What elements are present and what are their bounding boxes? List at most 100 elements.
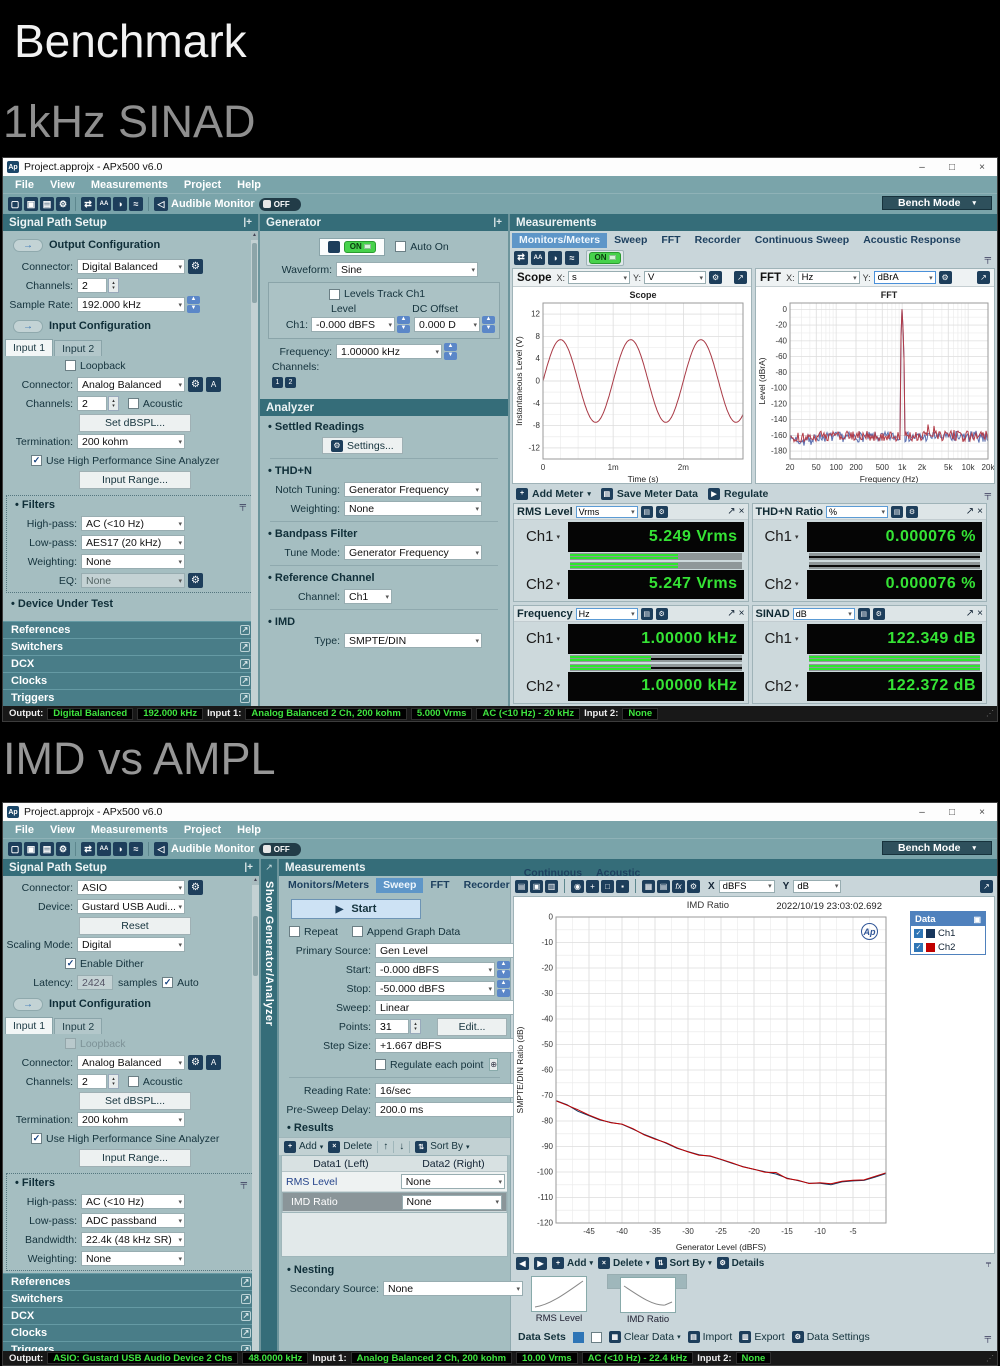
- popout-icon[interactable]: ↗: [240, 625, 250, 635]
- menu-item-project[interactable]: Project: [176, 179, 229, 191]
- x-unit-select[interactable]: dBFS▾: [719, 880, 775, 893]
- scrollbar[interactable]: ▲: [252, 876, 259, 1351]
- input-monitor-icon[interactable]: A: [206, 1055, 221, 1070]
- button-input-range[interactable]: Input Range...: [79, 471, 191, 489]
- edit-button[interactable]: Edit...: [437, 1018, 507, 1036]
- clock-icon[interactable]: ◑: [113, 842, 127, 856]
- details-button[interactable]: ⚙Details: [717, 1257, 765, 1269]
- menu-item-view[interactable]: View: [42, 179, 83, 191]
- tab-recorder[interactable]: Recorder: [457, 878, 517, 893]
- input-step-size[interactable]: +1.667 dBFS: [375, 1038, 525, 1053]
- select-type[interactable]: SMPTE/DIN▾: [344, 633, 482, 648]
- section-bar-references[interactable]: References↗: [3, 1273, 259, 1290]
- select-frequency[interactable]: 1.00000 kHz▾: [336, 344, 442, 359]
- channel-select[interactable]: Ch2▾: [518, 678, 568, 695]
- data2-select[interactable]: None▾: [402, 1195, 502, 1210]
- legend-checkbox[interactable]: ✓: [914, 929, 923, 938]
- select-scaling-mode[interactable]: Digital▾: [77, 937, 185, 952]
- select-device[interactable]: Gustard USB Audi...▾: [77, 899, 185, 914]
- level-stepper[interactable]: ▲▼: [397, 316, 410, 333]
- popout-icon[interactable]: ↗: [727, 506, 735, 517]
- result-row-imd-ratio[interactable]: IMD RatioNone▾: [282, 1192, 507, 1212]
- stepper[interactable]: ▲▼: [497, 961, 510, 978]
- tab-input-1[interactable]: Input 1: [5, 1017, 53, 1034]
- minimize-button[interactable]: –: [907, 158, 937, 176]
- button-input-range[interactable]: Input Range...: [79, 1149, 191, 1167]
- section-bar-clocks[interactable]: Clocks↗: [3, 1324, 259, 1341]
- popout-icon[interactable]: ↗: [241, 1311, 251, 1321]
- select-termination[interactable]: 200 kohm▾: [77, 434, 185, 449]
- device-under-test-section[interactable]: Device Under Test: [3, 595, 258, 613]
- select-stop[interactable]: -50.000 dBFS▾: [375, 981, 495, 996]
- popout-icon[interactable]: ↗: [966, 506, 974, 517]
- select-weighting[interactable]: None▾: [81, 1251, 185, 1266]
- select-channel[interactable]: Ch1▾: [344, 589, 392, 604]
- gear-icon[interactable]: ⚙: [873, 608, 885, 620]
- checkbox-loopback[interactable]: [65, 360, 76, 371]
- pan-icon[interactable]: +: [586, 880, 599, 893]
- select-connector[interactable]: ASIO▾: [77, 880, 185, 895]
- popout-icon[interactable]: ↗: [240, 659, 250, 669]
- checkbox-append-graph-data[interactable]: [352, 926, 363, 937]
- unit-select[interactable]: Hz▾: [576, 608, 638, 620]
- gear-icon[interactable]: ⚙: [687, 880, 700, 893]
- tab-fft[interactable]: FFT: [654, 233, 687, 248]
- data2-select[interactable]: None▾: [401, 1174, 505, 1189]
- panel-expand-icon[interactable]: |+: [493, 217, 502, 228]
- menu-item-measurements[interactable]: Measurements: [83, 824, 176, 836]
- tab-acoustic-response[interactable]: Acoustic Response: [856, 233, 967, 248]
- menu-item-help[interactable]: Help: [229, 179, 269, 191]
- select-pre-sweep-delay[interactable]: 200.0 ms▾: [375, 1102, 525, 1117]
- monitors-on-toggle[interactable]: ON: [586, 250, 624, 266]
- section-bar-clocks[interactable]: Clocks↗: [3, 672, 258, 689]
- tab-sweep[interactable]: Sweep: [607, 233, 654, 248]
- select-sample-rate[interactable]: 192.000 kHz▾: [77, 297, 185, 312]
- collapse-icon[interactable]: ╤: [241, 1178, 247, 1188]
- close-button[interactable]: ×: [967, 803, 997, 821]
- checkbox-repeat[interactable]: [289, 926, 300, 937]
- unit-select[interactable]: Vrms▾: [576, 506, 638, 518]
- fx-icon[interactable]: fx: [672, 880, 685, 893]
- delete-result-button[interactable]: ×Delete: [328, 1141, 372, 1153]
- checkbox-use-high-performance-sine-analyzer[interactable]: ✓: [31, 455, 42, 466]
- channel-2-button[interactable]: 2: [285, 377, 296, 388]
- stepper[interactable]: ▲▼: [497, 980, 510, 997]
- result-row-rms-level[interactable]: RMS LevelNone▾: [282, 1172, 507, 1192]
- checkbox-enable-dither[interactable]: ✓: [65, 958, 76, 969]
- gear-icon[interactable]: ⚙: [188, 1055, 203, 1070]
- delete-graph-button[interactable]: ×Delete▾: [598, 1257, 650, 1269]
- select-low-pass[interactable]: ADC passband▾: [81, 1213, 185, 1228]
- channels-input[interactable]: 2: [77, 1074, 107, 1089]
- meter-style-icon[interactable]: ▤: [641, 506, 653, 518]
- gear-icon[interactable]: ⚙: [188, 573, 203, 588]
- sort-by-button[interactable]: ⇅Sort By▾: [655, 1257, 712, 1269]
- popout-icon[interactable]: ↗: [734, 271, 747, 284]
- tab-sweep[interactable]: Sweep: [376, 878, 423, 893]
- channel-select[interactable]: Ch1▾: [518, 528, 568, 545]
- popout-icon[interactable]: ↗: [966, 608, 974, 619]
- speaker-icon[interactable]: ◁: [154, 197, 168, 211]
- menu-item-file[interactable]: File: [7, 824, 42, 836]
- select-eq[interactable]: None▾: [81, 573, 185, 588]
- clock-icon[interactable]: ◑: [113, 197, 127, 211]
- points-stepper[interactable]: ▴▾: [410, 1019, 421, 1034]
- checkbox-acoustic[interactable]: [128, 398, 139, 409]
- meter-style-icon[interactable]: ▤: [641, 608, 653, 620]
- menu-item-measurements[interactable]: Measurements: [83, 179, 176, 191]
- popout-icon[interactable]: ↗: [240, 693, 250, 703]
- import-button[interactable]: ▤Import: [688, 1331, 733, 1343]
- clock-icon[interactable]: ◑: [548, 251, 562, 265]
- bench-mode-button[interactable]: Bench Mode▾: [882, 196, 992, 210]
- tab-continuous-sweep[interactable]: Continuous Sweep: [748, 233, 857, 248]
- popout-icon[interactable]: ↗: [241, 1277, 251, 1287]
- section-bar-dcx[interactable]: DCX↗: [3, 655, 258, 672]
- fft-x-unit-select[interactable]: Hz▾: [798, 271, 860, 284]
- save-icon[interactable]: ▤: [40, 842, 54, 856]
- audible-monitor-toggle[interactable]: OFF: [259, 843, 301, 856]
- last-result-button[interactable]: ▶: [534, 1257, 547, 1270]
- channel-1-button[interactable]: 1: [272, 377, 283, 388]
- start-button[interactable]: ▶Start: [291, 899, 421, 919]
- checkbox-loopback[interactable]: [65, 1038, 76, 1049]
- unit-select[interactable]: %▾: [826, 506, 888, 518]
- dataset-1-checkbox[interactable]: [573, 1332, 584, 1343]
